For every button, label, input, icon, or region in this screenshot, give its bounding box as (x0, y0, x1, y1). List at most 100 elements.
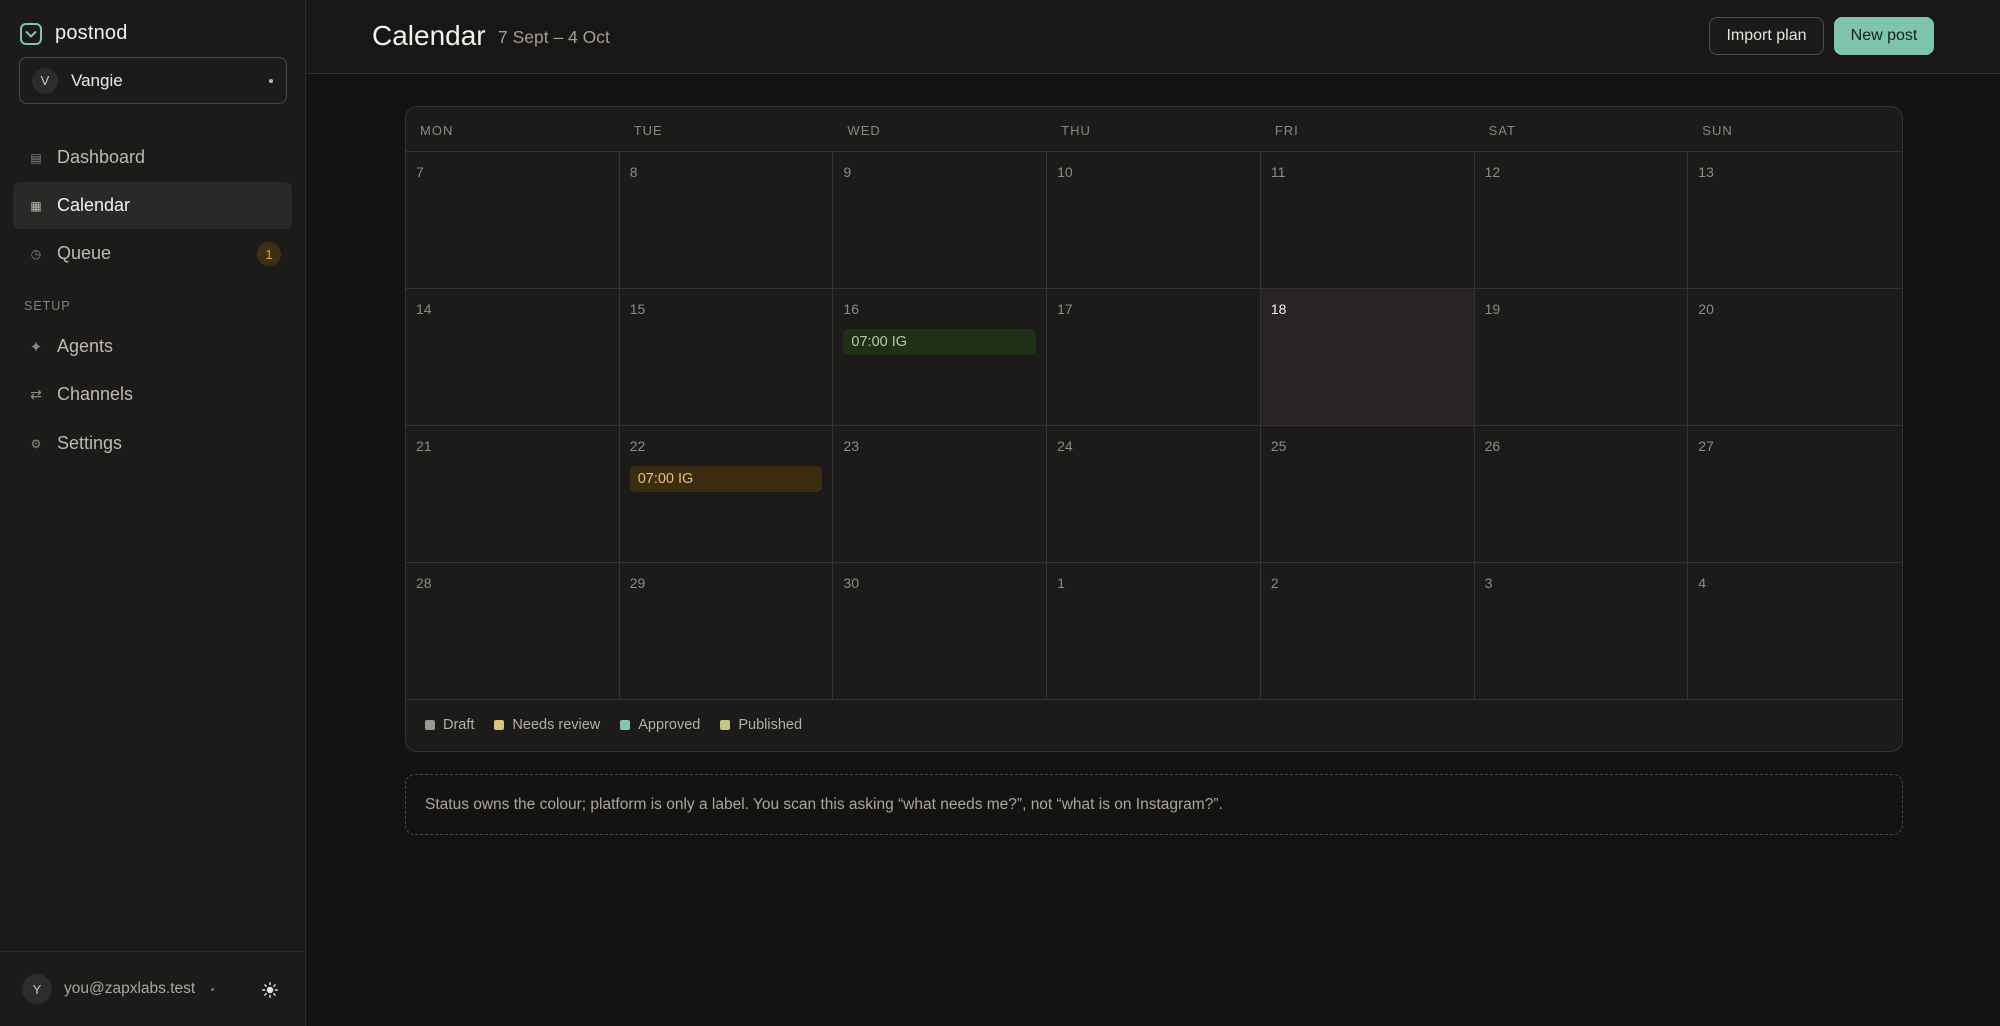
grid-icon: ▤ (30, 150, 42, 165)
calendar-day[interactable]: 29 (619, 563, 834, 700)
day-number: 28 (416, 575, 432, 591)
workspace-avatar: V (32, 67, 58, 94)
calendar-icon: ▦ (30, 198, 42, 213)
day-number: 21 (416, 438, 432, 454)
calendar-day[interactable]: 23 (833, 426, 1048, 563)
calendar-day[interactable]: 30 (833, 563, 1048, 700)
legend-label: Approved (638, 717, 701, 733)
weekday-label: THU (1061, 123, 1091, 138)
day-number: 7 (416, 164, 424, 180)
day-number: 15 (629, 301, 646, 317)
day-number: 8 (629, 164, 638, 180)
sidebar-item-label: Settings (57, 433, 123, 453)
new-post-button[interactable]: New post (1834, 17, 1934, 55)
calendar-day[interactable]: 22 07:00 IG (619, 426, 834, 563)
brand-name: postnod (55, 22, 128, 44)
calendar-day[interactable]: 27 (1688, 426, 1902, 563)
sidebar-item-channels[interactable]: ⇄ Channels (13, 371, 292, 418)
account-menu-icon[interactable] (211, 987, 215, 991)
day-number: 27 (1698, 438, 1714, 454)
sidebar-item-queue[interactable]: ◷ Queue 1 (13, 230, 292, 277)
legend-label: Needs review (512, 717, 601, 733)
calendar-day[interactable]: 14 (406, 289, 620, 426)
day-number: 16 (843, 301, 859, 317)
calendar-day[interactable]: 9 (833, 152, 1048, 289)
day-number: 12 (1484, 164, 1501, 180)
legend-swatch (720, 720, 731, 730)
main-content: Calendar 7 Sept – 4 Oct Import plan New … (306, 0, 2000, 1026)
calendar-day[interactable]: 21 (406, 426, 620, 563)
sidebar-item-label: Agents (57, 336, 114, 356)
user-email[interactable]: you@zapxlabs.test (64, 980, 195, 998)
legend-item: Draft (425, 717, 474, 733)
workspace-name: Vangie (71, 70, 123, 90)
legend-label: Draft (443, 717, 475, 733)
day-number: 13 (1698, 164, 1714, 180)
day-number: 10 (1057, 164, 1073, 180)
day-number: 17 (1057, 301, 1073, 317)
calendar-days: 7 8 9 10 11 12 13 14 15 16 07:00 IG 17 18 19 20 21 22 07:… (406, 152, 1902, 700)
sun-icon[interactable] (259, 979, 281, 1001)
sidebar-item-agents[interactable]: ✦ Agents (13, 323, 292, 370)
calendar-day[interactable]: 16 07:00 IG (833, 289, 1048, 426)
workspace-switcher[interactable]: V Vangie (19, 57, 287, 104)
clock-icon: ◷ (30, 246, 42, 261)
day-number: 26 (1484, 438, 1501, 454)
calendar-day[interactable]: 17 (1047, 289, 1261, 426)
calendar-day[interactable]: 1 (1047, 563, 1261, 700)
status-legend: Draft Needs review Approved Published (406, 700, 1902, 750)
sidebar-item-settings[interactable]: ⚙ Settings (13, 420, 292, 467)
day-number: 9 (843, 164, 852, 180)
day-number: 20 (1698, 301, 1714, 317)
sidebar-item-dashboard[interactable]: ▤ Dashboard (13, 134, 292, 181)
weekday-label: FRI (1274, 123, 1299, 138)
legend-swatch (620, 720, 631, 730)
sparkle-icon: ✦ (29, 338, 43, 356)
legend-item: Needs review (494, 717, 600, 733)
day-number: 3 (1484, 575, 1493, 591)
user-avatar[interactable]: Y (22, 974, 52, 1004)
day-number: 30 (843, 575, 859, 591)
calendar-day[interactable]: 10 (1047, 152, 1261, 289)
legend-label: Published (738, 717, 803, 733)
calendar-day[interactable]: 11 (1260, 152, 1475, 289)
day-number: 14 (416, 301, 432, 317)
calendar-day[interactable]: 7 (406, 152, 620, 289)
calendar-day[interactable]: 8 (619, 152, 834, 289)
weekday-header: MON TUE WED THU FRI SAT SUN (406, 107, 1902, 152)
calendar-grid: MON TUE WED THU FRI SAT SUN 7 8 9 10 11 12 13 14 15 16 0… (405, 106, 1903, 752)
calendar-day[interactable]: 13 (1688, 152, 1902, 289)
check-square-icon (20, 22, 42, 45)
calendar-event[interactable]: 07:00 IG (843, 329, 1037, 355)
legend-swatch (425, 720, 435, 730)
day-number: 23 (843, 438, 859, 454)
day-number: 22 (629, 438, 646, 454)
calendar-day[interactable]: 19 (1474, 289, 1689, 426)
calendar-day[interactable]: 24 (1047, 426, 1261, 563)
calendar-day[interactable]: 3 (1474, 563, 1689, 700)
calendar-day[interactable]: 2 (1260, 563, 1475, 700)
brand[interactable]: postnod (20, 22, 128, 45)
design-note: Status owns the colour; platform is only… (405, 774, 1903, 835)
day-number: 25 (1270, 438, 1287, 454)
day-number: 18 (1270, 301, 1287, 317)
calendar-day[interactable]: 12 (1474, 152, 1689, 289)
calendar-day[interactable]: 4 (1688, 563, 1902, 700)
sidebar-item-label: Dashboard (57, 147, 146, 167)
queue-count-badge: 1 (257, 242, 281, 266)
calendar-day[interactable]: 20 (1688, 289, 1902, 426)
sidebar-item-calendar[interactable]: ▦ Calendar (13, 182, 292, 229)
import-plan-button[interactable]: Import plan (1709, 17, 1824, 55)
calendar-day[interactable]: 15 (619, 289, 834, 426)
top-bar: Calendar 7 Sept – 4 Oct Import plan New … (306, 0, 2000, 74)
weekday-label: WED (847, 123, 881, 138)
calendar-day[interactable]: 28 (406, 563, 620, 700)
day-number: 11 (1270, 164, 1286, 180)
calendar-day[interactable]: 25 (1260, 426, 1475, 563)
day-number: 24 (1057, 438, 1073, 454)
chevron-down-icon (269, 78, 273, 83)
date-range: 7 Sept – 4 Oct (498, 27, 610, 47)
calendar-day[interactable]: 26 (1474, 426, 1689, 563)
calendar-event[interactable]: 07:00 IG (629, 466, 823, 492)
calendar-day-today[interactable]: 18 (1260, 289, 1475, 426)
